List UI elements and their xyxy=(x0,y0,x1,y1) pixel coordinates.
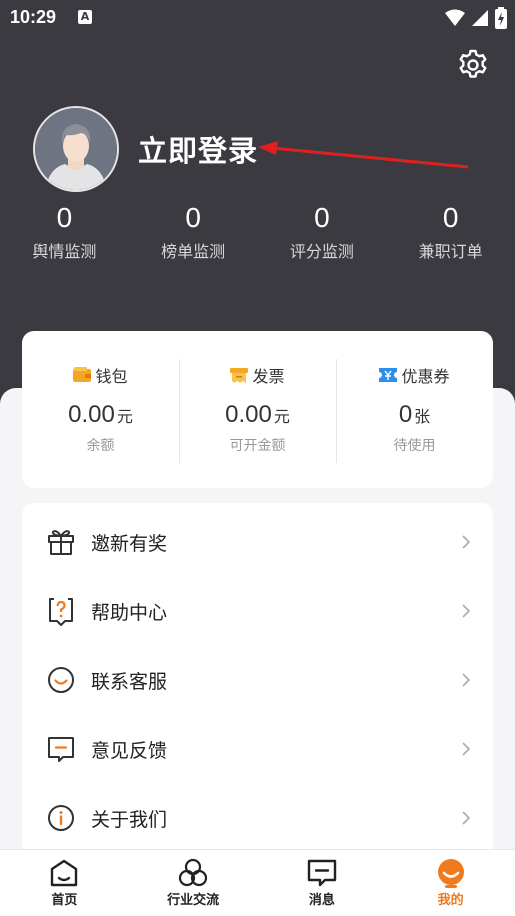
stat-label: 舆情监测 xyxy=(32,242,97,261)
tab-label: 我的 xyxy=(437,893,464,908)
menu-label: 联系客服 xyxy=(91,670,168,693)
invoice-sub-label: 可开金额 xyxy=(229,438,286,454)
menu-item-feedback[interactable]: 意见反馈 xyxy=(22,716,493,782)
chevron-right-icon xyxy=(462,742,471,756)
info-icon xyxy=(48,805,74,831)
message-icon xyxy=(307,859,337,887)
tab-messages[interactable]: 消息 xyxy=(258,850,387,916)
community-icon xyxy=(179,858,208,887)
wallet-unit: 元 xyxy=(116,407,133,426)
menu-label: 邀新有奖 xyxy=(91,532,168,555)
coupon-count: 0 xyxy=(398,401,413,428)
stat-value: 0 xyxy=(185,202,201,233)
chevron-right-icon xyxy=(462,811,471,825)
stat-value: 0 xyxy=(314,202,330,233)
status-indicators xyxy=(445,7,507,29)
invoice-unit: 元 xyxy=(273,407,290,426)
stat-label: 榜单监测 xyxy=(161,242,226,261)
tab-mine[interactable]: 我的 xyxy=(386,850,515,916)
home-icon xyxy=(51,859,78,887)
bottom-tab-bar: 首页 行业交流 消息 我的 xyxy=(0,849,515,916)
wallet-section[interactable]: 钱包 0.00 元 余额 xyxy=(22,331,179,488)
stat-rating-monitor[interactable]: 0 评分监测 xyxy=(258,200,387,270)
wifi-icon xyxy=(445,9,465,26)
stat-label: 兼职订单 xyxy=(418,242,483,261)
tab-label: 行业交流 xyxy=(167,893,220,908)
tab-label: 消息 xyxy=(308,893,335,908)
tab-industry-exchange[interactable]: 行业交流 xyxy=(129,850,258,916)
stat-sentiment-monitor[interactable]: 0 舆情监测 xyxy=(0,200,129,270)
invoice-section[interactable]: 发票 0.00 元 可开金额 xyxy=(179,331,336,488)
coupon-title: 优惠券 xyxy=(401,367,450,386)
default-avatar-icon xyxy=(35,108,117,190)
stat-value: 0 xyxy=(56,202,73,233)
wallet-title: 钱包 xyxy=(95,367,128,386)
stat-label: 评分监测 xyxy=(289,242,354,261)
wallet-balance: 0.00 xyxy=(68,401,115,428)
menu-item-about-us[interactable]: 关于我们 xyxy=(22,785,493,851)
status-bar: 10:29 A xyxy=(0,0,515,36)
customer-service-icon xyxy=(48,667,74,693)
chevron-right-icon xyxy=(462,604,471,618)
monitor-stats-row: 0 舆情监测 0 榜单监测 0 评分监测 0 兼职订单 xyxy=(0,200,515,270)
stat-value: 0 xyxy=(442,202,459,233)
notification-icon: A xyxy=(78,10,92,24)
help-icon xyxy=(49,598,73,626)
coupon-sub-label: 待使用 xyxy=(393,438,436,454)
chevron-right-icon xyxy=(462,673,471,687)
wallet-icon xyxy=(73,367,92,382)
coupon-unit: 张 xyxy=(414,407,431,426)
menu-label: 帮助中心 xyxy=(91,601,168,624)
invoice-title: 发票 xyxy=(252,367,285,386)
wallet-sub-label: 余额 xyxy=(86,438,115,454)
menu-item-customer-service[interactable]: 联系客服 xyxy=(22,647,493,713)
gift-icon xyxy=(48,530,74,555)
coupon-section[interactable]: 优惠券 0张 待使用 xyxy=(336,331,493,488)
stat-ranking-monitor[interactable]: 0 榜单监测 xyxy=(129,200,258,270)
signal-icon xyxy=(472,10,488,26)
settings-gear-icon[interactable] xyxy=(456,48,490,82)
menu-label: 意见反馈 xyxy=(91,739,168,762)
status-time: 10:29 xyxy=(10,7,57,27)
coupon-icon xyxy=(379,368,398,382)
invoice-icon xyxy=(230,368,249,383)
feedback-icon xyxy=(48,737,74,762)
tab-home[interactable]: 首页 xyxy=(0,850,129,916)
wallet-card: 钱包 0.00 元 余额 发票 0.00 元 可开金额 优惠券 0 张 待使用 xyxy=(22,331,493,488)
menu-label: 关于我们 xyxy=(91,808,168,831)
menu-item-invite[interactable]: 邀新有奖 xyxy=(22,509,493,575)
login-link[interactable]: 立即登录 xyxy=(138,128,258,170)
annotation-arrow xyxy=(258,141,469,169)
stat-parttime-orders[interactable]: 0 兼职订单 xyxy=(386,200,515,270)
profile-icon xyxy=(437,859,464,888)
battery-icon xyxy=(495,7,507,29)
invoice-amount: 0.00 xyxy=(225,401,272,428)
menu-list: 邀新有奖 帮助中心 联系客服 意见反馈 关于我们 xyxy=(22,503,493,863)
chevron-right-icon xyxy=(462,535,471,549)
avatar[interactable] xyxy=(33,106,119,192)
tab-label: 首页 xyxy=(51,893,78,908)
menu-item-help-center[interactable]: 帮助中心 xyxy=(22,578,493,644)
